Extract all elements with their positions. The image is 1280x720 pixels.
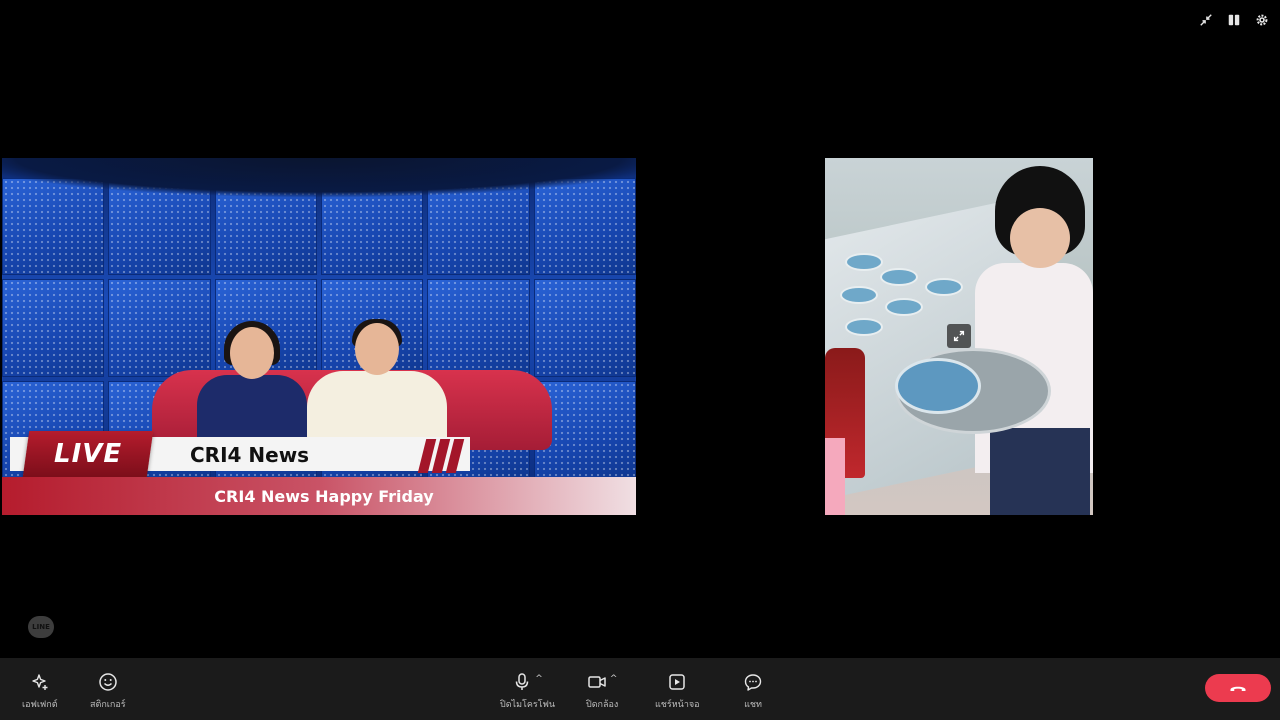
news-lower-third: CRI4 News LIVE CRI4 News Happy Friday	[2, 431, 636, 515]
girl-skirt	[990, 428, 1090, 515]
hang-up-icon	[1230, 686, 1246, 691]
share-screen-icon	[669, 674, 686, 690]
bowl	[885, 298, 923, 316]
effects-label: เอฟเฟกต์	[22, 700, 58, 710]
microphone-label: ปิดไมโครโฟน	[500, 700, 556, 710]
food-bowl	[895, 358, 981, 414]
pink-object	[825, 438, 845, 515]
stickers-button[interactable]: สติกเกอร์	[90, 672, 126, 711]
share-screen-label: แชร์หน้าจอ	[655, 700, 700, 710]
chat-icon-wrap	[743, 672, 763, 692]
effects-button[interactable]: เอฟเฟกต์	[22, 672, 58, 711]
call-toolbar: เอฟเฟกต์ สติกเกอร์ ^ ปิดไมโครโฟน ^ ปิดกล…	[0, 658, 1280, 720]
sparkle-icon	[32, 674, 48, 690]
news-title: CRI4 News	[190, 443, 310, 467]
share-screen-button[interactable]: แชร์หน้าจอ	[655, 672, 700, 711]
window-controls	[1198, 12, 1270, 28]
studio-ceiling	[2, 158, 636, 198]
title-bar-stripes	[417, 439, 465, 473]
bowl	[840, 286, 878, 304]
collapse-icon[interactable]	[1198, 12, 1214, 28]
camera-label: ปิดกล้อง	[586, 700, 619, 710]
chat-button[interactable]: แชท	[743, 672, 763, 711]
news-subtitle: CRI4 News Happy Friday	[214, 486, 434, 506]
bowl	[880, 268, 918, 286]
line-logo-text: LINE	[32, 623, 50, 631]
live-label: LIVE	[53, 439, 123, 469]
bowl	[845, 253, 883, 271]
effects-icon-wrap	[30, 672, 50, 692]
participant-video-girl[interactable]	[825, 158, 1093, 515]
participant-video-news[interactable]: CRI4 News LIVE CRI4 News Happy Friday	[2, 158, 636, 515]
microphone-icon	[516, 673, 529, 690]
layout-icon[interactable]	[1226, 12, 1242, 28]
chat-label: แชท	[744, 700, 762, 710]
smiley-icon	[99, 673, 117, 691]
mic-options-caret[interactable]: ^	[535, 674, 543, 684]
video-camera-icon	[588, 676, 606, 688]
camera-options-caret[interactable]: ^	[610, 674, 618, 684]
stickers-label: สติกเกอร์	[90, 700, 126, 710]
live-badge: LIVE	[22, 431, 154, 477]
settings-icon[interactable]	[1254, 12, 1270, 28]
microphone-button[interactable]: ^ ปิดไมโครโฟน	[500, 672, 555, 711]
stickers-icon-wrap	[98, 672, 118, 692]
girl-face	[1010, 208, 1070, 268]
camera-icon-wrap: ^	[587, 672, 618, 692]
bowl	[845, 318, 883, 336]
video-stage: CRI4 News LIVE CRI4 News Happy Friday LI…	[0, 0, 1280, 658]
chat-bubble-icon	[744, 674, 762, 691]
microphone-icon-wrap: ^	[512, 672, 543, 692]
end-call-button[interactable]	[1205, 674, 1271, 702]
bowl	[925, 278, 963, 296]
share-icon-wrap	[667, 672, 687, 692]
expand-icon[interactable]	[947, 324, 971, 348]
camera-button[interactable]: ^ ปิดกล้อง	[586, 672, 618, 711]
line-logo: LINE	[28, 616, 54, 638]
lower-third-subtitle-bar: CRI4 News Happy Friday	[2, 477, 636, 515]
